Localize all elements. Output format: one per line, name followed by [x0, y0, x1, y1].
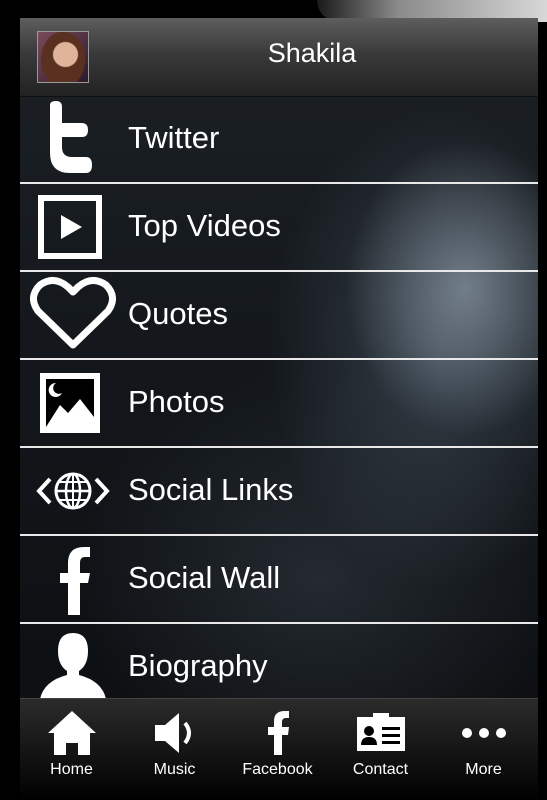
menu-item-social-links[interactable]: Social Links [20, 448, 538, 536]
app-header: Shakila [20, 18, 538, 97]
photo-icon [40, 373, 100, 433]
menu-item-label: Twitter [128, 120, 220, 155]
menu-item-label: Top Videos [128, 208, 281, 243]
bottom-tab-bar: Home Music Facebook Contact More [20, 698, 538, 800]
person-icon [40, 633, 106, 703]
heart-icon [30, 277, 116, 349]
home-icon [48, 711, 96, 755]
menu-item-twitter[interactable]: Twitter [20, 96, 538, 184]
tab-facebook[interactable]: Facebook [226, 699, 329, 800]
menu-item-label: Social Links [128, 472, 294, 507]
tab-label: Home [50, 761, 93, 778]
speaker-icon [155, 713, 191, 753]
tab-contact[interactable]: Contact [329, 699, 432, 800]
globe-icon [36, 472, 110, 510]
menu-item-label: Quotes [128, 296, 228, 331]
app-screen: Shakila Twitter Top Videos Quotes Photos… [20, 18, 538, 800]
menu-item-quotes[interactable]: Quotes [20, 272, 538, 360]
facebook-icon [268, 711, 289, 755]
tab-label: More [465, 761, 502, 778]
main-menu: Twitter Top Videos Quotes Photos Social … [20, 96, 538, 710]
twitter-icon [50, 101, 92, 173]
menu-item-social-wall[interactable]: Social Wall [20, 536, 538, 624]
facebook-icon [60, 547, 90, 615]
tab-label: Music [153, 761, 196, 778]
contact-card-icon [357, 713, 405, 751]
page-title: Shakila [267, 38, 357, 68]
menu-item-label: Photos [128, 384, 225, 419]
menu-item-photos[interactable]: Photos [20, 360, 538, 448]
tab-label: Contact [352, 761, 409, 778]
tab-more[interactable]: More [432, 699, 535, 800]
tab-music[interactable]: Music [123, 699, 226, 800]
video-play-icon [38, 195, 102, 259]
tab-label: Facebook [242, 761, 313, 778]
tab-home[interactable]: Home [20, 699, 123, 800]
menu-item-label: Social Wall [128, 560, 281, 595]
more-dots-icon [462, 728, 506, 738]
menu-item-top-videos[interactable]: Top Videos [20, 184, 538, 272]
